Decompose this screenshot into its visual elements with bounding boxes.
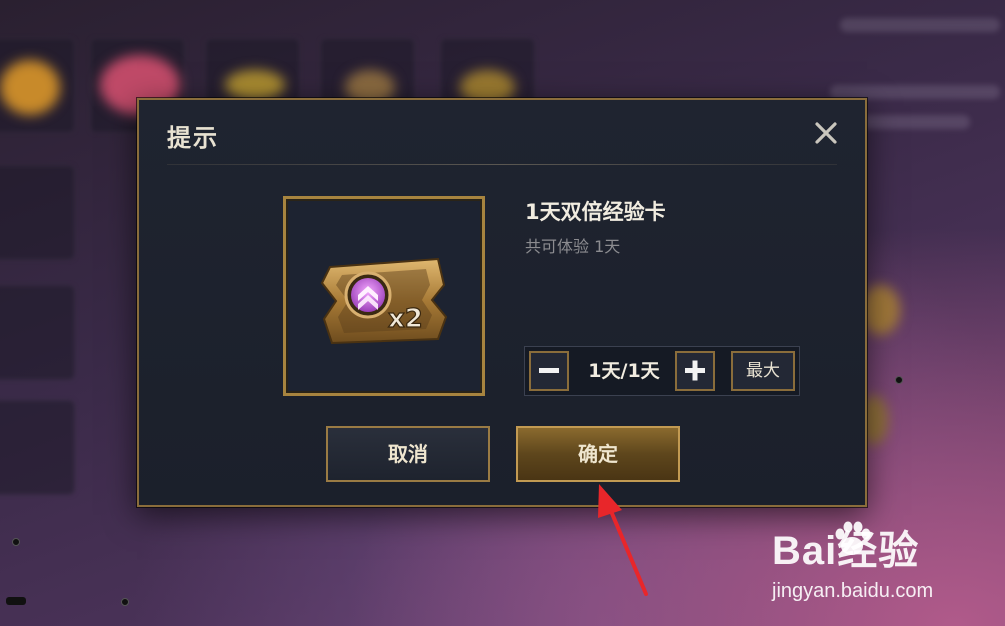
bg-text-blur [830, 85, 1000, 99]
bg-item-art [0, 60, 60, 115]
annotation-arrow [598, 484, 648, 596]
item-description: 共可体验 1天 [525, 237, 621, 256]
close-icon [815, 122, 837, 144]
increase-button[interactable] [675, 351, 715, 391]
minus-icon [539, 368, 559, 373]
item-name: 1天双倍经验卡 [525, 200, 666, 224]
dialog-title: 提示 [167, 124, 219, 152]
bg-item-art [225, 70, 285, 100]
baidu-paw-icon [835, 521, 871, 555]
bg-item-slot [0, 285, 75, 380]
bg-item-slot [0, 400, 75, 495]
decrease-button[interactable] [529, 351, 569, 391]
quantity-stepper: 1天/1天 最大 [524, 346, 800, 396]
exp-card-dialog: 提示 x2 1天双倍经验卡 共可体验 1天 1天/1天 最大 取消 确定 [137, 98, 867, 507]
bg-marker [12, 538, 20, 546]
plus-icon [685, 360, 705, 381]
item-icon-frame: x2 [283, 196, 485, 396]
bg-item-slot [0, 165, 75, 260]
quantity-value: 1天/1天 [588, 360, 660, 382]
bg-text-blur [860, 115, 970, 129]
bg-marker [6, 597, 26, 605]
bg-marker [895, 376, 903, 384]
bg-marker [121, 598, 129, 606]
max-quantity-button[interactable]: 最大 [731, 351, 795, 391]
bg-text-blur [840, 18, 1000, 32]
title-divider [167, 164, 837, 165]
item-badge-text: x2 [388, 304, 423, 334]
baidu-watermark: Bai经验 jingyan.baidu.com [772, 518, 997, 608]
double-exp-card-icon: x2 [320, 257, 448, 345]
watermark-url: jingyan.baidu.com [772, 580, 934, 602]
cancel-button[interactable]: 取消 [326, 426, 490, 482]
close-button[interactable] [811, 118, 841, 148]
confirm-button[interactable]: 确定 [516, 426, 680, 482]
